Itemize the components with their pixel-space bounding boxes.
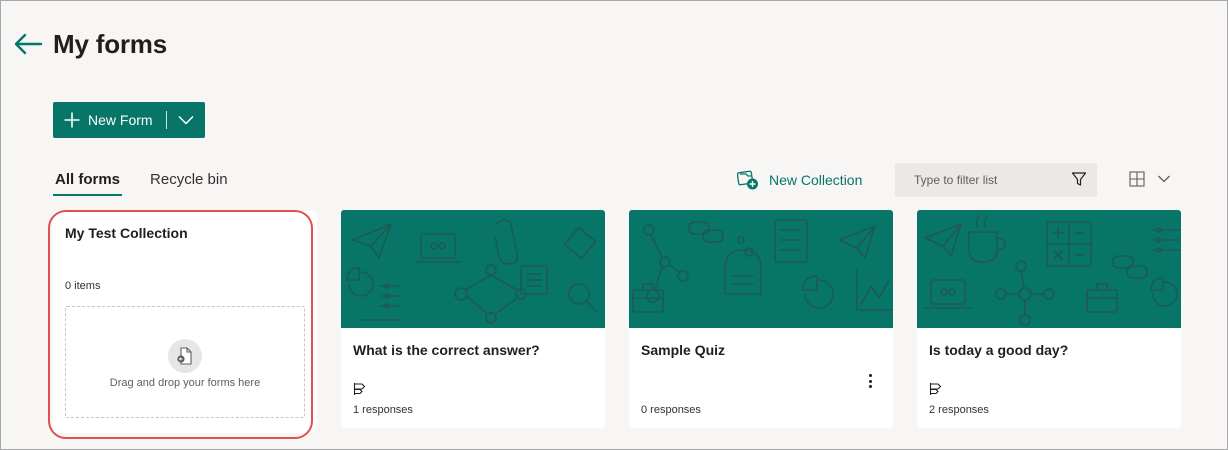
collection-card[interactable]: My Test Collection 0 items Drag and drop… <box>53 211 317 433</box>
page-title: My forms <box>53 28 167 59</box>
back-button[interactable] <box>11 27 45 61</box>
new-collection-button[interactable]: New Collection <box>737 169 862 191</box>
new-form-button[interactable]: New Form <box>53 102 167 138</box>
chevron-down-icon <box>1158 175 1170 183</box>
view-toggle-button[interactable] <box>1129 171 1171 187</box>
more-vertical-icon <box>868 374 872 377</box>
page-header: My forms <box>11 27 167 61</box>
form-title: What is the correct answer? <box>353 342 540 358</box>
quiz-icon <box>353 383 366 395</box>
form-title: Sample Quiz <box>641 342 726 358</box>
dropzone-instruction: Drag and drop your forms here <box>109 377 261 389</box>
tab-recycle-bin[interactable]: Recycle bin <box>148 169 230 196</box>
form-card[interactable]: Sample Quiz 0 responses <box>629 210 893 428</box>
collection-dropzone[interactable]: Drag and drop your forms here <box>65 306 305 418</box>
collection-add-icon <box>737 170 758 190</box>
new-form-split-button: New Form <box>53 102 205 138</box>
form-banner <box>629 210 893 328</box>
document-drop-icon <box>168 339 202 373</box>
filter-icon[interactable] <box>1071 171 1087 187</box>
filter-input[interactable] <box>914 173 1064 187</box>
chevron-down-icon <box>178 115 194 125</box>
collection-item-count: 0 items <box>65 280 101 292</box>
forms-page: My forms New Form All forms Recycle bin … <box>0 0 1228 450</box>
form-card[interactable]: Is today a good day? 2 responses <box>917 210 1181 428</box>
collection-title: My Test Collection <box>65 225 188 241</box>
response-count: 2 responses <box>929 404 989 416</box>
form-card[interactable]: What is the correct answer? 1 responses <box>341 210 605 428</box>
form-banner <box>917 210 1181 328</box>
tab-all-forms[interactable]: All forms <box>53 169 123 196</box>
new-collection-label: New Collection <box>769 172 863 188</box>
split-divider <box>165 111 167 129</box>
new-form-label: New Form <box>88 112 153 128</box>
new-form-dropdown-button[interactable] <box>167 102 205 138</box>
form-banner <box>341 210 605 328</box>
more-options-button[interactable] <box>861 370 879 392</box>
filter-box <box>895 163 1097 197</box>
quiz-icon <box>929 383 942 395</box>
arrow-left-icon <box>14 33 43 55</box>
grid-view-icon <box>1129 171 1145 187</box>
form-title: Is today a good day? <box>929 342 1069 358</box>
response-count: 0 responses <box>641 404 701 416</box>
forms-tabs: All forms Recycle bin <box>53 169 230 196</box>
more-vertical-icon-dot <box>868 379 872 383</box>
more-vertical-icon-dot <box>868 385 872 388</box>
response-count: 1 responses <box>353 404 413 416</box>
plus-icon <box>64 112 80 128</box>
